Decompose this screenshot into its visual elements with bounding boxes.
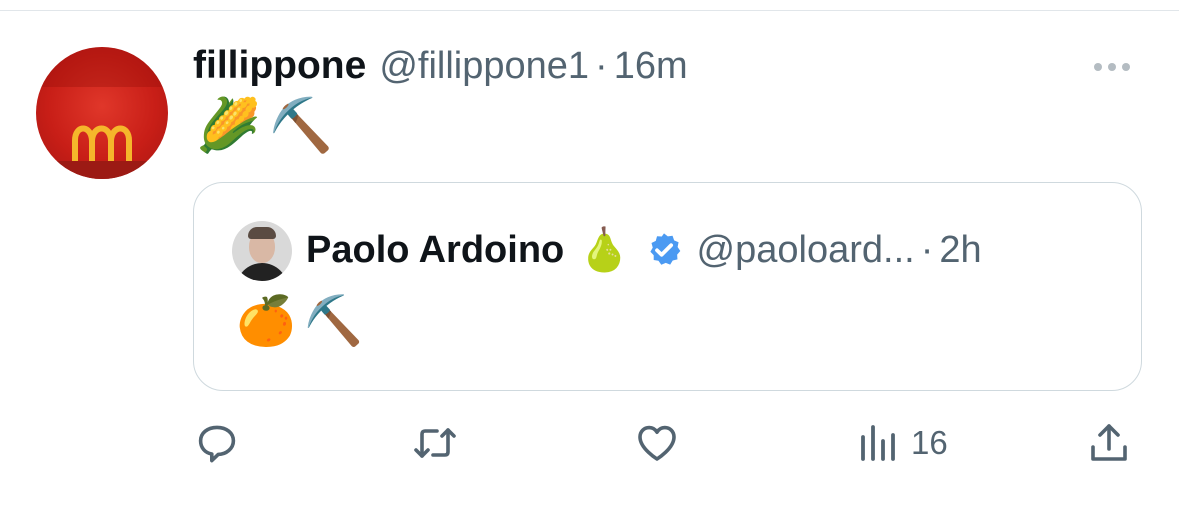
corn-emoji: 🌽 xyxy=(196,96,261,156)
tweet-header: fillippone @fillippone1 · 16m xyxy=(193,44,688,90)
reply-icon xyxy=(198,425,236,463)
avatar-hair xyxy=(248,227,276,239)
pick-emoji: ⛏️ xyxy=(268,96,334,156)
quoted-text: 🍊 ⛏️ xyxy=(236,293,364,349)
share-icon xyxy=(1091,424,1127,461)
tweet-text: 🌽 ⛏️ xyxy=(196,96,334,156)
share-button[interactable] xyxy=(1085,418,1133,468)
more-dot xyxy=(1108,63,1116,71)
views-icon xyxy=(861,425,895,461)
tangerine-emoji: 🍊 xyxy=(236,293,296,349)
tweet[interactable]: fillippone @fillippone1 · 16m 🌽 ⛏️ Paolo… xyxy=(0,0,1179,523)
separator-dot: · xyxy=(920,228,934,271)
views-button[interactable]: 16 xyxy=(853,418,948,468)
views-count: 16 xyxy=(911,424,948,461)
avatar-cap-brim xyxy=(36,161,168,179)
action-bar: 16 xyxy=(193,418,1143,468)
quoted-timestamp[interactable]: 2h xyxy=(939,229,981,272)
pick-emoji: ⛏️ xyxy=(303,293,364,349)
quoted-tweet[interactable]: Paolo Ardoino 🍐 @paoloard... · 2h 🍊 ⛏️ xyxy=(193,182,1142,391)
verified-badge-icon xyxy=(645,231,683,269)
author-handle[interactable]: @fillippone1 xyxy=(379,45,589,88)
avatar-cap-shade xyxy=(36,47,168,87)
more-dot xyxy=(1122,63,1130,71)
quoted-header: Paolo Ardoino 🍐 @paoloard... · 2h xyxy=(306,225,982,274)
pear-emoji: 🍐 xyxy=(578,225,631,274)
separator-dot: · xyxy=(595,45,608,87)
more-options-icon[interactable] xyxy=(1094,60,1138,74)
avatar-body xyxy=(236,263,288,281)
retweet-button[interactable] xyxy=(411,418,459,468)
author-display-name[interactable]: fillippone xyxy=(193,44,366,88)
avatar[interactable] xyxy=(36,47,168,179)
retweet-icon xyxy=(414,428,456,458)
reply-button[interactable] xyxy=(193,418,241,468)
like-button[interactable] xyxy=(633,418,681,468)
quoted-author-name[interactable]: Paolo Ardoino xyxy=(306,229,564,272)
tweet-timestamp[interactable]: 16m xyxy=(614,45,688,88)
more-dot xyxy=(1094,63,1102,71)
quoted-avatar[interactable] xyxy=(232,221,292,281)
quoted-author-handle[interactable]: @paoloard... xyxy=(697,229,915,272)
heart-icon xyxy=(638,425,676,461)
